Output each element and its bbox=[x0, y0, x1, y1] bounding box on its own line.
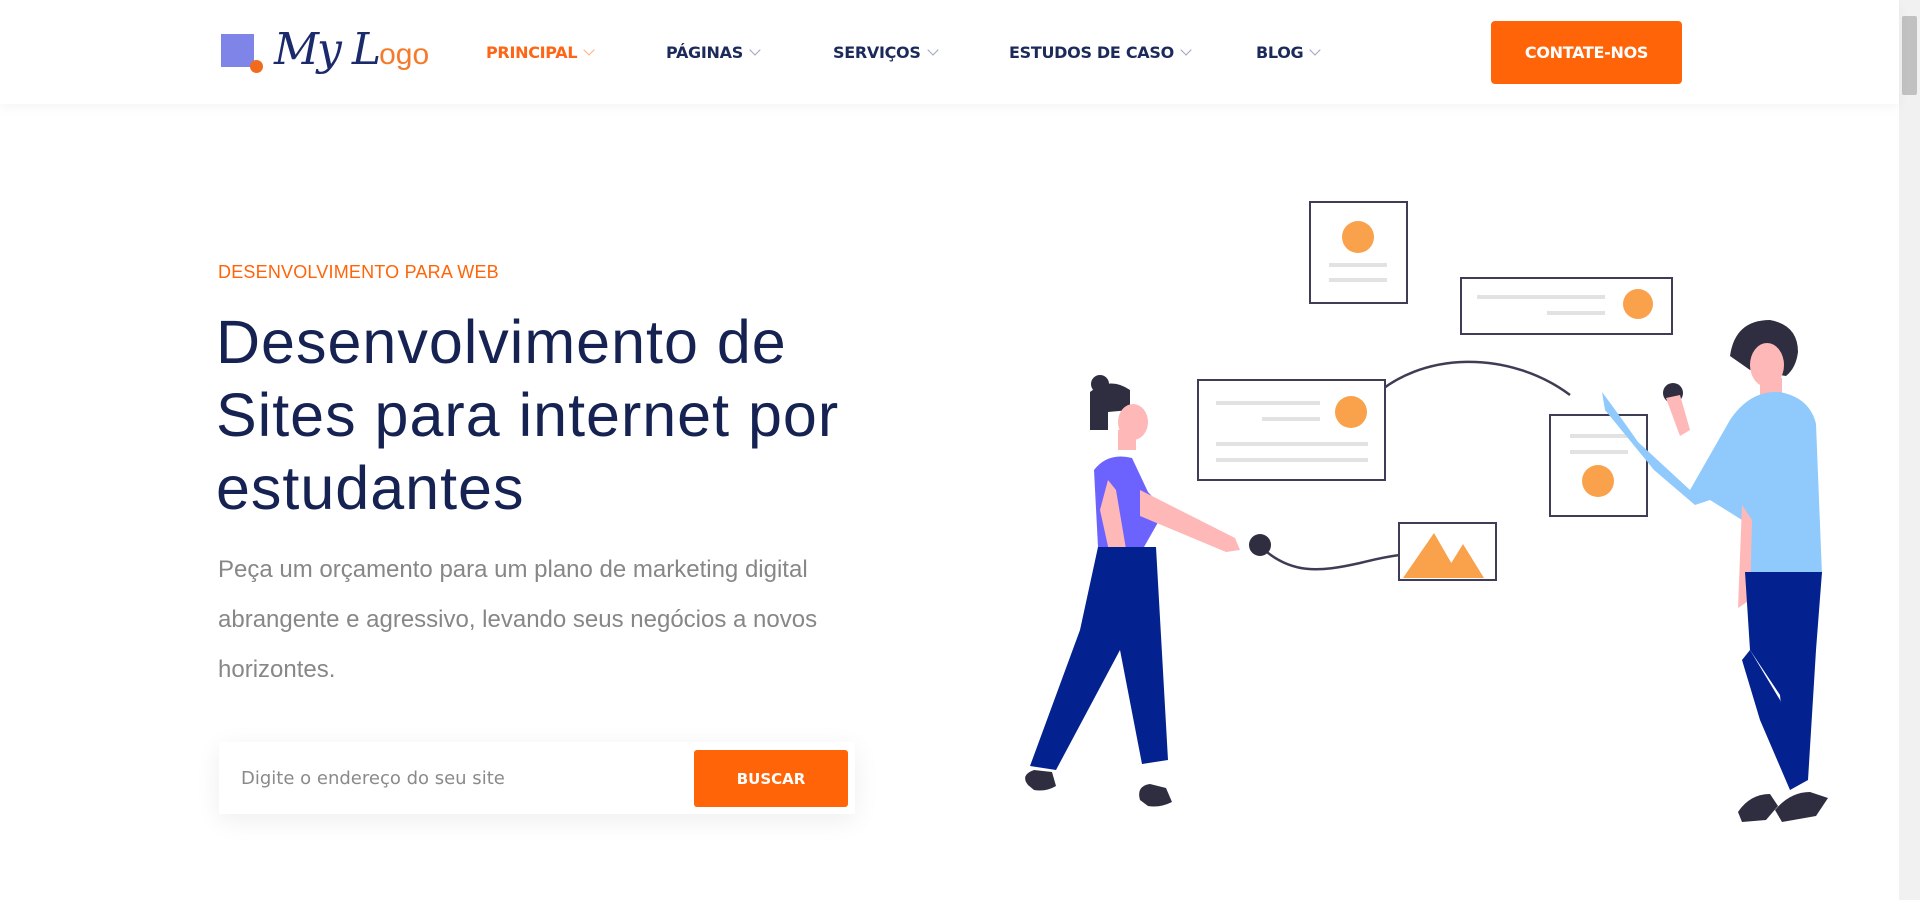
website-address-input[interactable] bbox=[241, 756, 681, 800]
search-form: BUSCAR bbox=[219, 742, 855, 814]
nav-item-label: SERVIÇOS bbox=[833, 42, 921, 62]
page-scrollbar[interactable] bbox=[1899, 0, 1920, 900]
hero-eyebrow: DESENVOLVIMENTO PARA WEB bbox=[218, 262, 499, 282]
profile-card-icon bbox=[1549, 414, 1648, 517]
nav-item-label: PRINCIPAL bbox=[486, 42, 578, 62]
chevron-down-icon bbox=[749, 43, 761, 56]
nav-item-label: PÁGINAS bbox=[666, 42, 743, 62]
nav-item-principal[interactable]: PRINCIPAL bbox=[486, 41, 595, 63]
nav-item-paginas[interactable]: PÁGINAS bbox=[666, 41, 761, 63]
logo-dot-icon bbox=[250, 60, 263, 73]
logo-text: My Logo bbox=[274, 24, 430, 75]
nav-item-label: ESTUDOS DE CASO bbox=[1009, 42, 1174, 62]
profile-card-icon bbox=[1309, 201, 1408, 304]
logo-square-icon bbox=[221, 34, 254, 67]
site-header: My Logo PRINCIPAL PÁGINAS SERVIÇOS ESTUD… bbox=[0, 0, 1899, 104]
text-card-icon bbox=[1197, 379, 1386, 481]
logo[interactable]: My Logo bbox=[220, 24, 430, 78]
chevron-down-icon bbox=[926, 43, 939, 56]
man-figure bbox=[1602, 320, 1828, 822]
two-people-connecting-cards-illustration bbox=[1025, 201, 1828, 822]
list-card-icon bbox=[1460, 277, 1673, 335]
nav-item-label: BLOG bbox=[1256, 42, 1304, 62]
scrollbar-thumb[interactable] bbox=[1902, 16, 1917, 95]
hero-description: Peça um orçamento para um plano de marke… bbox=[218, 556, 818, 683]
chevron-down-icon bbox=[583, 43, 595, 56]
nav-item-blog[interactable]: BLOG bbox=[1256, 41, 1322, 63]
chevron-down-icon bbox=[1309, 43, 1322, 56]
image-card-icon bbox=[1398, 522, 1497, 581]
nav-item-estudos-de-caso[interactable]: ESTUDOS DE CASO bbox=[1009, 41, 1192, 63]
nav-item-servicos[interactable]: SERVIÇOS bbox=[833, 41, 939, 63]
search-button[interactable]: BUSCAR bbox=[694, 750, 848, 807]
chevron-down-icon bbox=[1180, 43, 1192, 56]
connector-line bbox=[1259, 545, 1401, 571]
hero-title: Desenvolvimento de Sites para internet p… bbox=[216, 308, 840, 522]
contact-button[interactable]: CONTATE-NOS bbox=[1491, 21, 1682, 84]
